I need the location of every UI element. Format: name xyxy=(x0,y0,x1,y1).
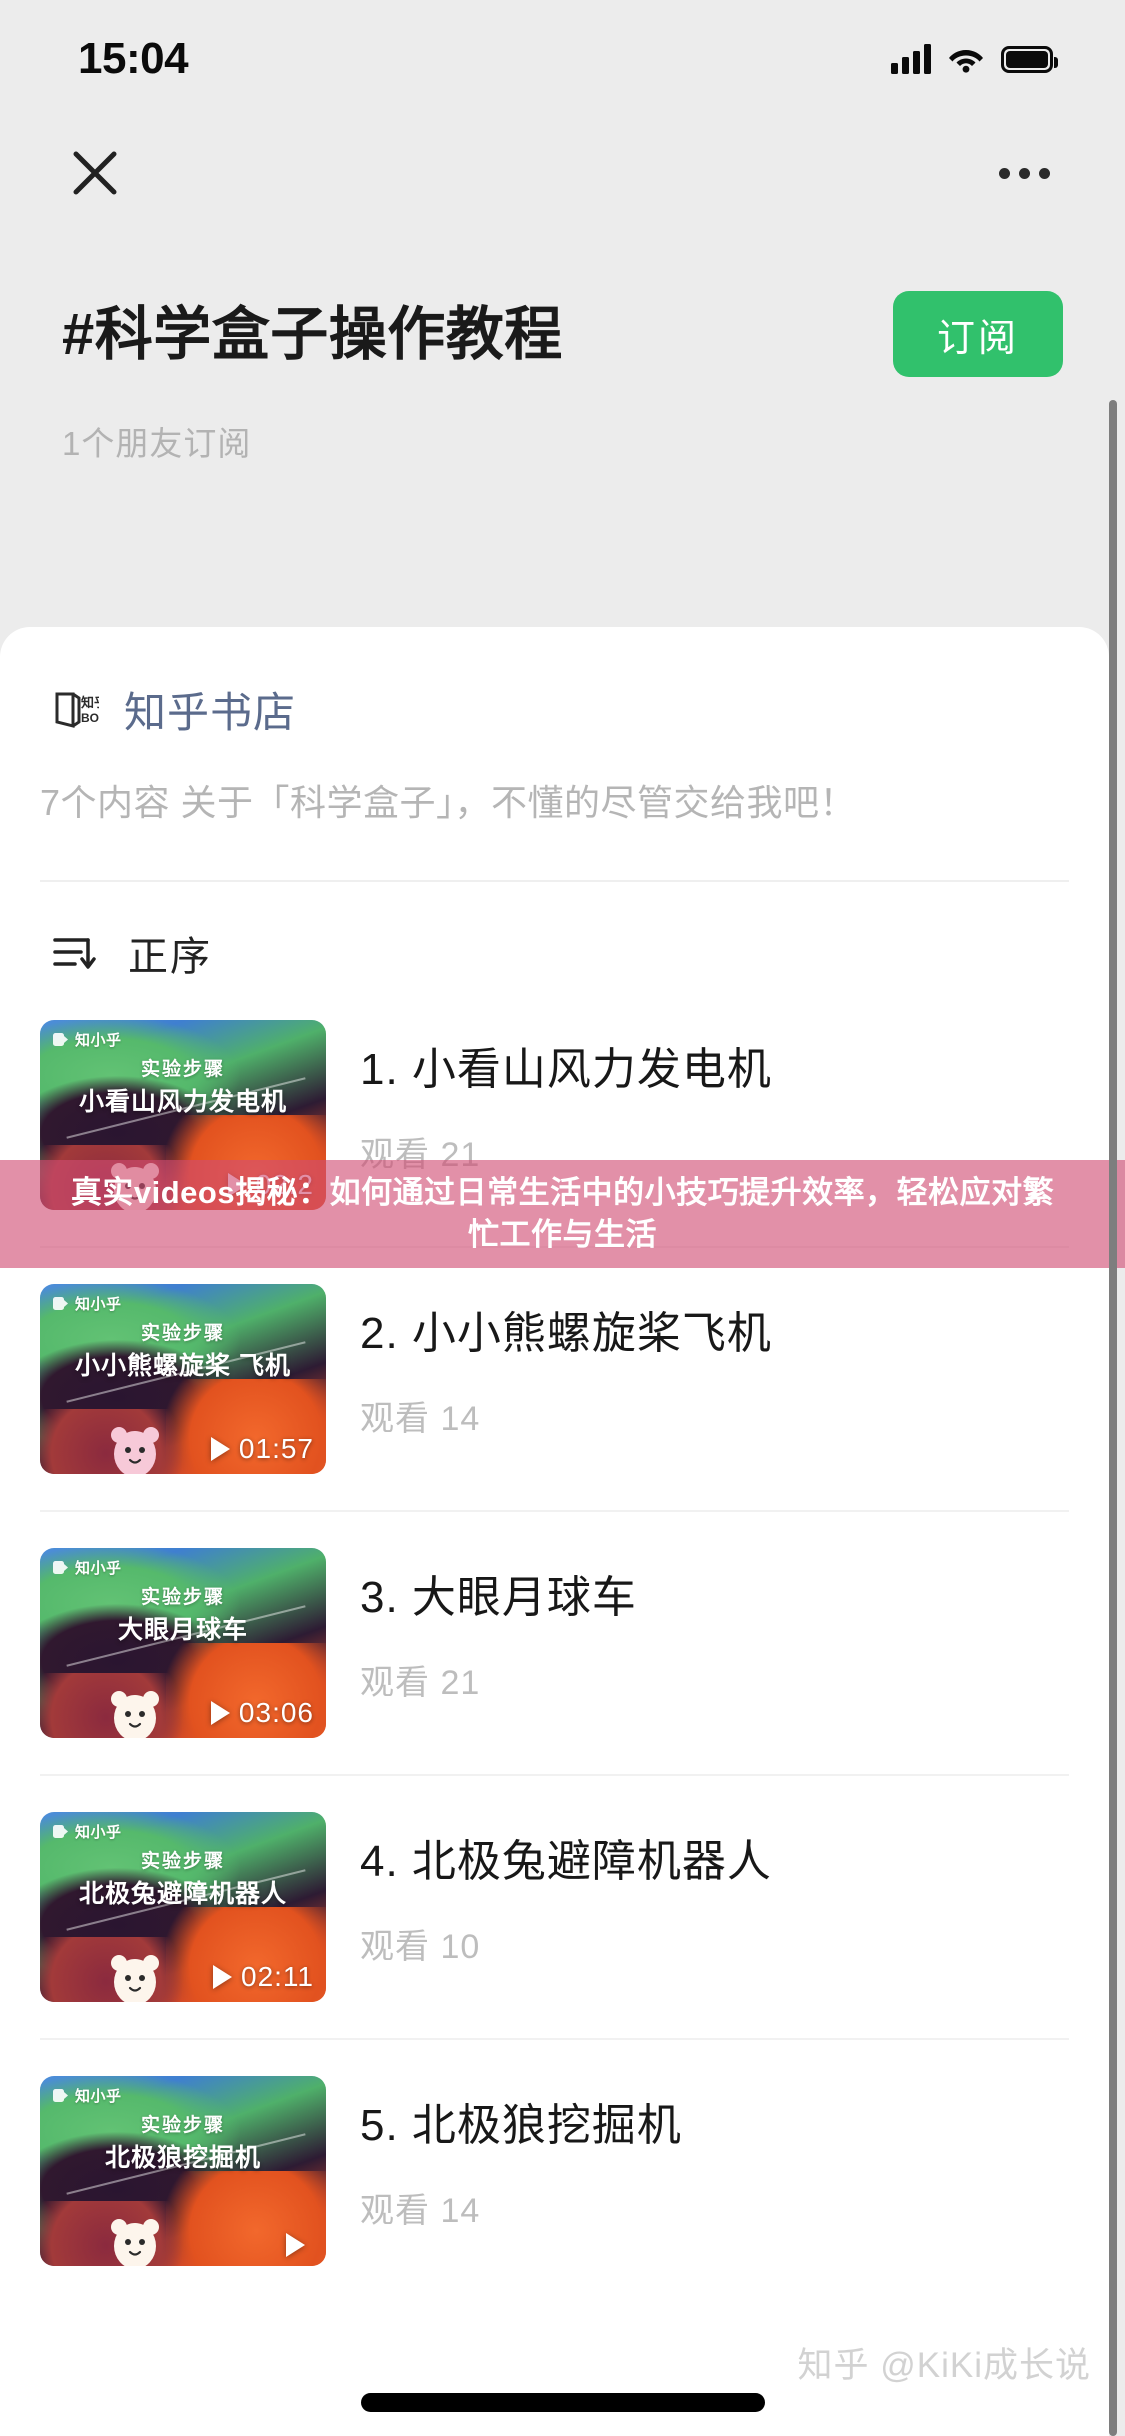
close-button[interactable] xyxy=(62,140,128,206)
mascot-bear-icon xyxy=(110,1955,159,2002)
play-icon xyxy=(213,1965,232,1989)
video-title: 2. 小小熊螺旋桨飞机 xyxy=(360,1309,772,1358)
sort-ascending-icon xyxy=(53,938,96,969)
cellular-signal-icon xyxy=(891,44,931,74)
store-header[interactable]: 知乎 BOOK 知乎书店 xyxy=(0,627,1109,740)
watermark: 知乎 @KiKi成长说 xyxy=(797,2346,1091,2385)
list-divider xyxy=(40,2038,1069,2040)
thumbnail-title: 北极兔避障机器人 xyxy=(78,1880,287,1908)
list-item[interactable]: 知小乎 实验步骤 北极狼挖掘机 5. 北极狼挖掘机 观看 14 xyxy=(0,2076,1109,2266)
video-title: 5. 北极狼挖掘机 xyxy=(360,2101,682,2150)
video-thumbnail[interactable]: 知小乎 实验步骤 北极兔避障机器人 02:11 xyxy=(40,1812,326,2002)
sort-label: 正序 xyxy=(128,935,212,979)
status-bar: 15:04 xyxy=(0,0,1125,118)
play-icon xyxy=(286,2233,305,2257)
store-name: 知乎书店 xyxy=(124,689,297,736)
video-thumbnail[interactable]: 知小乎 实验步骤 小小熊螺旋桨 飞机 01:57 xyxy=(40,1284,326,1474)
video-duration: 01:57 xyxy=(210,1433,314,1465)
play-icon xyxy=(210,1701,230,1725)
close-icon xyxy=(73,151,117,195)
video-thumbnail[interactable]: 知小乎 实验步骤 大眼月球车 03:06 xyxy=(40,1548,326,1738)
list-divider xyxy=(40,1510,1069,1512)
sort-control[interactable]: 正序 xyxy=(0,882,1109,982)
video-duration: 02:11 xyxy=(213,1961,314,1993)
zhixiaohu-logo-icon: 知小乎 xyxy=(51,1557,122,1578)
store-description: 7个内容 关于「科学盒子」，不懂的尽管交给我吧！ xyxy=(40,782,857,823)
friends-subscribed-text: 1个朋友订阅 xyxy=(62,425,252,462)
svg-text:知乎: 知乎 xyxy=(81,695,99,710)
thumbnail-title: 北极狼挖掘机 xyxy=(104,2144,261,2172)
list-item[interactable]: 知小乎 实验步骤 大眼月球车 03:06 3. 大眼月球车 观看 21 xyxy=(0,1548,1109,1738)
mascot-bear-icon xyxy=(110,1427,159,1474)
more-options-button[interactable] xyxy=(991,153,1057,193)
thumbnail-title: 小小熊螺旋桨 飞机 xyxy=(75,1352,291,1380)
thumbnail-subtitle: 实验步骤 xyxy=(140,1587,225,1608)
video-duration xyxy=(286,2233,314,2257)
page-title: #科学盒子操作教程 xyxy=(62,302,563,367)
status-indicators xyxy=(891,44,1058,74)
content-card: 知乎 BOOK 知乎书店 7个内容 关于「科学盒子」，不懂的尽管交给我吧！ 正序 xyxy=(0,627,1109,2436)
mascot-bear-icon xyxy=(110,2219,159,2266)
promo-overlay-banner: 真实videos揭秘：如何通过日常生活中的小技巧提升效率，轻松应对繁忙工作与生活 xyxy=(0,1160,1125,1268)
hero-header: #科学盒子操作教程 订阅 1个朋友订阅 xyxy=(0,285,1125,465)
zhixiaohu-logo-icon: 知小乎 xyxy=(51,1821,122,1842)
video-title: 3. 大眼月球车 xyxy=(360,1573,637,1622)
svg-text:BOOK: BOOK xyxy=(81,711,99,725)
thumbnail-subtitle: 实验步骤 xyxy=(140,1323,225,1344)
video-views: 观看 10 xyxy=(360,1927,481,1966)
vertical-scrollbar[interactable] xyxy=(1109,400,1117,2436)
subscribe-button[interactable]: 订阅 xyxy=(892,291,1063,377)
video-views: 观看 14 xyxy=(360,1399,481,1438)
video-views: 观看 14 xyxy=(360,2191,481,2230)
mascot-bear-icon xyxy=(110,1691,159,1738)
zhixiaohu-logo-icon: 知小乎 xyxy=(51,1293,122,1314)
battery-full-icon xyxy=(1001,45,1058,73)
thumbnail-subtitle: 实验步骤 xyxy=(140,1851,225,1872)
video-duration: 03:06 xyxy=(210,1697,314,1729)
video-thumbnail[interactable]: 知小乎 实验步骤 北极狼挖掘机 xyxy=(40,2076,326,2266)
thumbnail-title: 小看山风力发电机 xyxy=(78,1088,287,1116)
zhixiaohu-logo-icon: 知小乎 xyxy=(51,2085,122,2106)
video-title: 1. 小看山风力发电机 xyxy=(360,1045,772,1094)
status-time: 15:04 xyxy=(78,34,189,83)
promo-overlay-text: 真实videos揭秘：如何通过日常生活中的小技巧提升效率，轻松应对繁忙工作与生活 xyxy=(70,1175,1055,1252)
thumbnail-subtitle: 实验步骤 xyxy=(140,2115,225,2136)
list-item[interactable]: 知小乎 实验步骤 北极兔避障机器人 02:11 4. 北极兔避障机器人 观看 1… xyxy=(0,1812,1109,2002)
thumbnail-subtitle: 实验步骤 xyxy=(140,1059,225,1080)
wifi-icon xyxy=(949,50,983,73)
list-item[interactable]: 知小乎 实验步骤 小小熊螺旋桨 飞机 01:57 2. 小小熊螺旋桨飞机 观看 … xyxy=(0,1284,1109,1474)
thumbnail-title: 大眼月球车 xyxy=(117,1616,248,1644)
video-views: 观看 21 xyxy=(360,1663,481,1702)
navigation-bar xyxy=(0,118,1125,228)
more-options-icon xyxy=(998,167,1010,179)
list-divider xyxy=(40,1774,1069,1776)
video-title: 4. 北极兔避障机器人 xyxy=(360,1837,772,1886)
home-indicator[interactable] xyxy=(360,2393,765,2412)
zhihu-book-icon: 知乎 BOOK xyxy=(46,683,100,737)
zhixiaohu-logo-icon: 知小乎 xyxy=(51,1029,122,1050)
play-icon xyxy=(210,1437,230,1461)
